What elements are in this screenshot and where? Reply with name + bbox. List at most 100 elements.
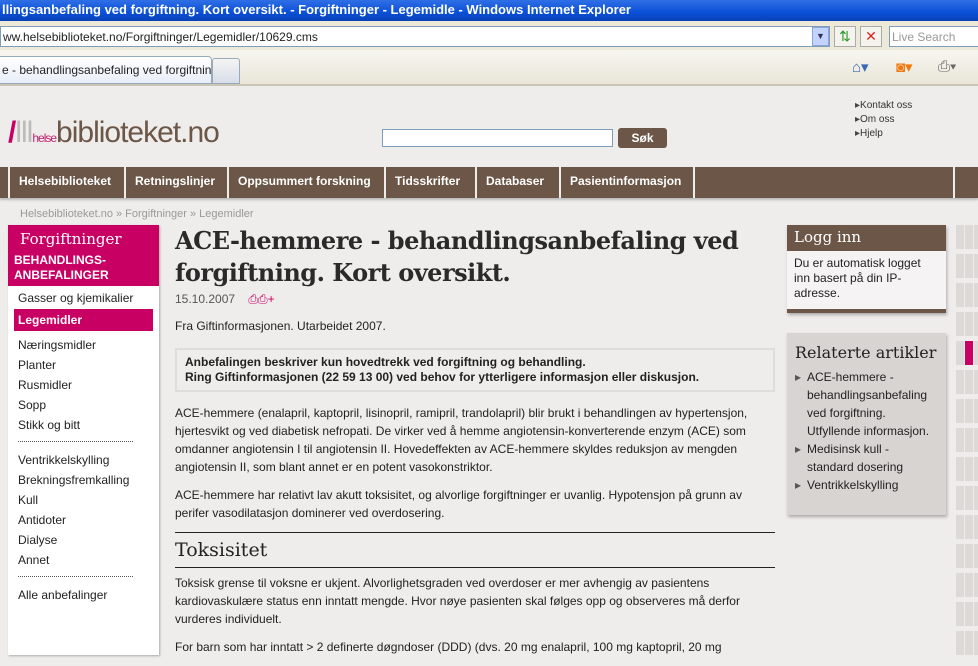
sidebar-subtitle: BEHANDLINGS- ANBEFALINGER — [14, 253, 109, 282]
decorative-bar — [974, 573, 978, 597]
related-link[interactable]: Ventrikkelskylling — [795, 476, 938, 494]
decorative-bar — [974, 602, 978, 626]
sidebar-title: Forgiftninger — [8, 225, 159, 253]
divider — [175, 532, 775, 533]
sidebar-item-gasser[interactable]: Gasser og kjemikalier — [8, 289, 159, 305]
site-search-input[interactable] — [382, 129, 613, 147]
decorative-bar — [956, 225, 964, 249]
sidebar: Forgiftninger BEHANDLINGS- ANBEFALINGER G… — [8, 225, 159, 655]
page-title: ACE-hemmere - behandlingsanbefaling ved … — [175, 226, 739, 287]
decorative-bar — [965, 544, 973, 568]
home-icon[interactable]: ⌂▾ — [852, 58, 869, 76]
sidebar-item-ventrikkelskylling[interactable]: Ventrikkelskylling — [8, 450, 159, 470]
decorative-bar — [965, 341, 973, 365]
browser-tab[interactable]: e - behandlingsanbefaling ved forgiftnin… — [0, 56, 228, 84]
sidebar-item-naeringsmidler[interactable]: Næringsmidler — [8, 335, 159, 355]
tab-bar: e - behandlingsanbefaling ved forgiftnin… — [0, 50, 978, 86]
sidebar-item-dialyse[interactable]: Dialyse — [8, 530, 159, 550]
decorative-bar — [956, 457, 964, 481]
decorative-bar — [956, 399, 964, 423]
decorative-bar — [974, 544, 978, 568]
decorative-bar — [956, 486, 964, 510]
decorative-bar — [974, 631, 978, 655]
decorative-bar — [974, 254, 978, 278]
refresh-icon[interactable]: ⇅ — [834, 26, 856, 47]
paragraph: ACE-hemmere (enalapril, kaptopril, lisin… — [175, 406, 748, 474]
stop-icon[interactable]: ✕ — [860, 26, 882, 47]
sidebar-item-brekningsfremkalling[interactable]: Brekningsfremkalling — [8, 470, 159, 490]
nav-spacer — [693, 167, 953, 198]
related-link[interactable]: Medisinsk kull - standard dosering — [795, 440, 938, 476]
print-plus-icon[interactable]: ⎙+ — [258, 292, 275, 306]
decorative-bar — [956, 254, 964, 278]
decorative-bar — [974, 312, 978, 336]
divider — [175, 567, 775, 568]
login-text: Du er automatisk logget inn basert på di… — [794, 256, 921, 300]
address-dropdown-icon[interactable]: ▼ — [812, 27, 829, 46]
search-button[interactable]: Søk — [618, 128, 667, 148]
decorative-bar — [956, 341, 964, 365]
decorative-bar — [965, 457, 973, 481]
address-toolbar: ww.helsebiblioteket.no/Forgiftninger/Leg… — [0, 21, 978, 50]
sidebar-item-alle-anbefalinger[interactable]: Alle anbefalinger — [8, 585, 159, 605]
link-om-oss[interactable]: Om oss — [855, 114, 894, 125]
paragraph: Toksisk grense til voksne er ukjent. Alv… — [175, 576, 740, 626]
nav-retningslinjer[interactable]: Retningslinjer — [124, 167, 224, 198]
sidebar-item-sopp[interactable]: Sopp — [8, 395, 159, 415]
decorative-bar — [965, 283, 973, 307]
sidebar-item-antidoter[interactable]: Antidoter — [8, 510, 159, 530]
login-title: Logg inn — [787, 225, 946, 251]
decorative-bar — [956, 515, 964, 539]
sidebar-item-rusmidler[interactable]: Rusmidler — [8, 375, 159, 395]
login-panel: Logg inn Du er automatisk logget inn bas… — [787, 225, 946, 313]
nav-helsebiblioteket[interactable]: Helsebiblioteket — [8, 167, 120, 198]
article-source: Fra Giftinformasjonen. Utarbeidet 2007. — [175, 319, 386, 333]
decorative-bar — [974, 428, 978, 452]
decorative-bar — [974, 515, 978, 539]
decorative-bar — [974, 341, 978, 365]
decorative-bar — [974, 225, 978, 249]
nav-oppsummert-forskning[interactable]: Oppsummert forskning — [227, 167, 380, 198]
print-icon[interactable]: ⎙▾ — [938, 58, 956, 75]
sidebar-item-planter[interactable]: Planter — [8, 355, 159, 375]
paragraph: For barn som har inntatt > 2 definerte d… — [175, 640, 722, 654]
address-bar[interactable]: ww.helsebiblioteket.no/Forgiftninger/Leg… — [0, 26, 830, 47]
decorative-bar — [974, 457, 978, 481]
sidebar-item-stikk-og-bitt[interactable]: Stikk og bitt — [8, 415, 159, 435]
live-search-input[interactable]: Live Search — [889, 26, 978, 47]
related-link[interactable]: ACE-hemmere - behandlingsanbefaling ved … — [795, 368, 938, 440]
sidebar-item-legemidler[interactable]: Legemidler — [14, 309, 153, 331]
site-logo[interactable]: /lllhelsebiblioteket.no — [8, 116, 220, 150]
nav-databaser[interactable]: Databaser — [475, 167, 553, 198]
decorative-bar — [965, 631, 973, 655]
decorative-bar — [974, 486, 978, 510]
related-articles-panel: Relaterte artikler ACE-hemmere - behandl… — [787, 333, 946, 515]
decorative-bar — [956, 631, 964, 655]
main-nav: Helsebiblioteket Retningslinjer Oppsumme… — [0, 167, 978, 198]
sidebar-item-kull[interactable]: Kull — [8, 490, 159, 510]
decorative-bar — [965, 254, 973, 278]
decorative-bar — [965, 225, 973, 249]
nav-tidsskrifter[interactable]: Tidsskrifter — [384, 167, 469, 198]
window-title: llingsanbefaling ved forgiftning. Kort o… — [0, 0, 978, 21]
sidebar-item-annet[interactable]: Annet — [8, 550, 159, 570]
new-tab-button[interactable] — [212, 58, 240, 84]
divider — [18, 576, 133, 577]
rss-icon[interactable]: ◙▾ — [896, 58, 913, 76]
decorative-bar — [965, 602, 973, 626]
decorative-bar — [956, 312, 964, 336]
decorative-bar — [965, 428, 973, 452]
print-icon[interactable]: ⎙ — [248, 292, 258, 306]
decorative-bar — [965, 486, 973, 510]
breadcrumb[interactable]: Helsebiblioteket.no » Forgiftninger » Le… — [20, 208, 254, 220]
decorative-bar — [956, 544, 964, 568]
section-title: Toksisitet — [175, 539, 268, 561]
divider — [18, 441, 133, 442]
decorative-bar — [956, 573, 964, 597]
decorative-bar — [956, 370, 964, 394]
link-hjelp[interactable]: Hjelp — [855, 128, 883, 139]
nav-pasientinformasjon[interactable]: Pasientinformasjon — [559, 167, 690, 198]
link-kontakt-oss[interactable]: Kontakt oss — [855, 100, 912, 111]
paragraph: ACE-hemmere har relativt lav akutt toksi… — [175, 488, 742, 520]
decorative-bar — [956, 428, 964, 452]
